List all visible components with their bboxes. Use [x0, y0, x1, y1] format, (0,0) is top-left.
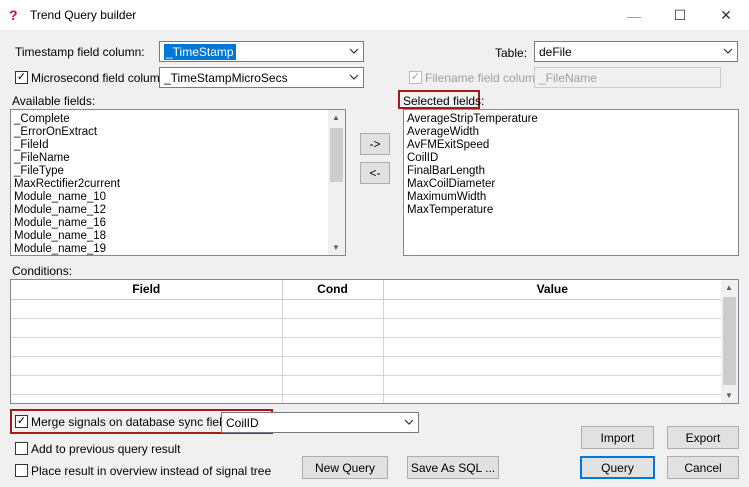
filename-combo[interactable]: _FileName — [534, 67, 721, 88]
column-header-cond[interactable]: Cond — [282, 280, 384, 300]
microsecond-value: _TimeStampMicroSecs — [164, 70, 288, 85]
minimize-button[interactable]: — — [611, 0, 657, 31]
list-item[interactable]: MaxRectifier2current — [11, 178, 345, 191]
list-item[interactable]: _Complete — [11, 113, 345, 126]
table-combo[interactable]: deFile — [534, 41, 738, 62]
timestamp-label: Timestamp field column: — [15, 45, 145, 59]
list-item[interactable]: MaxTemperature — [404, 204, 738, 217]
filename-label: Filename field column: — [425, 71, 546, 85]
chevron-down-icon — [723, 48, 733, 54]
list-item[interactable]: AverageStripTemperature — [404, 113, 738, 126]
filename-checkbox[interactable]: ✓ — [409, 71, 422, 84]
merge-value: CoilID — [226, 415, 259, 430]
list-item[interactable]: AvFMExitSpeed — [404, 139, 738, 152]
place-overview-checkbox[interactable] — [15, 464, 28, 477]
available-fields-list[interactable]: _Complete _ErrorOnExtract _FileId _FileName… — [10, 109, 346, 256]
window-title: Trend Query builder — [30, 8, 137, 22]
chevron-down-icon — [349, 74, 359, 80]
list-item[interactable]: MaximumWidth — [404, 191, 738, 204]
list-item[interactable]: _FileName — [11, 152, 345, 165]
app-icon: ? — [9, 7, 18, 23]
table-row[interactable] — [11, 356, 722, 376]
merge-combo[interactable]: CoilID — [221, 412, 419, 433]
add-previous-checkbox[interactable] — [15, 442, 28, 455]
timestamp-combo[interactable]: _TimeStamp — [159, 41, 364, 62]
table-label: Table: — [495, 46, 528, 60]
scroll-up-icon[interactable]: ▲ — [332, 113, 340, 122]
scroll-thumb[interactable] — [330, 128, 343, 182]
check-icon: ✓ — [16, 415, 27, 427]
table-row[interactable] — [11, 299, 722, 319]
list-item[interactable]: _ErrorOnExtract — [11, 126, 345, 139]
table-row[interactable] — [11, 318, 722, 338]
table-row[interactable] — [11, 337, 722, 357]
save-as-sql-button[interactable]: Save As SQL ... — [407, 456, 499, 479]
column-header-field[interactable]: Field — [11, 280, 283, 300]
scroll-down-icon[interactable]: ▼ — [725, 391, 733, 400]
microsecond-checkbox[interactable]: ✓ — [15, 71, 28, 84]
close-button[interactable]: ✕ — [703, 0, 749, 31]
table-row[interactable] — [11, 375, 722, 395]
available-scrollbar[interactable]: ▲ ▼ — [328, 110, 345, 255]
list-item[interactable]: Module_name_18 — [11, 230, 345, 243]
title-bar: ? Trend Query builder — ☐ ✕ — [0, 0, 749, 31]
timestamp-value: _TimeStamp — [164, 43, 236, 60]
import-button[interactable]: Import — [581, 426, 654, 449]
scroll-down-icon[interactable]: ▼ — [332, 243, 340, 252]
selected-fields-label: Selected fields: — [403, 94, 485, 108]
remove-field-button[interactable]: <- — [360, 162, 390, 184]
list-item[interactable]: Module_name_12 — [11, 204, 345, 217]
merge-label: Merge signals on database sync field: — [31, 415, 232, 429]
list-item[interactable]: MaxCoilDiameter — [404, 178, 738, 191]
chevron-down-icon — [404, 419, 414, 425]
conditions-grid[interactable]: Field Cond Value ▲ ▼ — [10, 279, 739, 404]
available-fields-label: Available fields: — [12, 94, 96, 108]
list-item[interactable]: CoilID — [404, 152, 738, 165]
check-icon: ✓ — [16, 71, 27, 83]
list-item[interactable]: _FileId — [11, 139, 345, 152]
table-row[interactable] — [11, 394, 722, 403]
scroll-thumb[interactable] — [723, 297, 736, 385]
add-field-button[interactable]: -> — [360, 133, 390, 155]
list-item[interactable]: Module_name_16 — [11, 217, 345, 230]
cancel-button[interactable]: Cancel — [667, 456, 739, 479]
query-button[interactable]: Query — [580, 456, 655, 479]
conditions-scrollbar[interactable]: ▲ ▼ — [721, 280, 738, 403]
selected-fields-list[interactable]: AverageStripTemperature AverageWidth AvFME… — [403, 109, 739, 256]
list-item[interactable]: AverageWidth — [404, 126, 738, 139]
microsecond-label: Microsecond field column: — [31, 71, 170, 85]
place-overview-label: Place result in overview instead of sign… — [31, 464, 272, 478]
column-header-value[interactable]: Value — [383, 280, 722, 300]
table-value: deFile — [539, 44, 572, 59]
export-button[interactable]: Export — [667, 426, 739, 449]
add-previous-label: Add to previous query result — [31, 442, 181, 456]
conditions-label: Conditions: — [12, 264, 73, 278]
list-item[interactable]: Module_name_10 — [11, 191, 345, 204]
chevron-down-icon — [349, 48, 359, 54]
scroll-up-icon[interactable]: ▲ — [725, 283, 733, 292]
merge-checkbox[interactable]: ✓ — [15, 415, 28, 428]
new-query-button[interactable]: New Query — [302, 456, 388, 479]
maximize-button[interactable]: ☐ — [657, 0, 703, 31]
check-icon: ✓ — [410, 71, 421, 83]
microsecond-combo[interactable]: _TimeStampMicroSecs — [159, 67, 364, 88]
list-item[interactable]: FinalBarLength — [404, 165, 738, 178]
list-item[interactable]: _FileType — [11, 165, 345, 178]
list-item[interactable]: Module_name_19 — [11, 243, 345, 255]
filename-value: _FileName — [539, 70, 598, 85]
